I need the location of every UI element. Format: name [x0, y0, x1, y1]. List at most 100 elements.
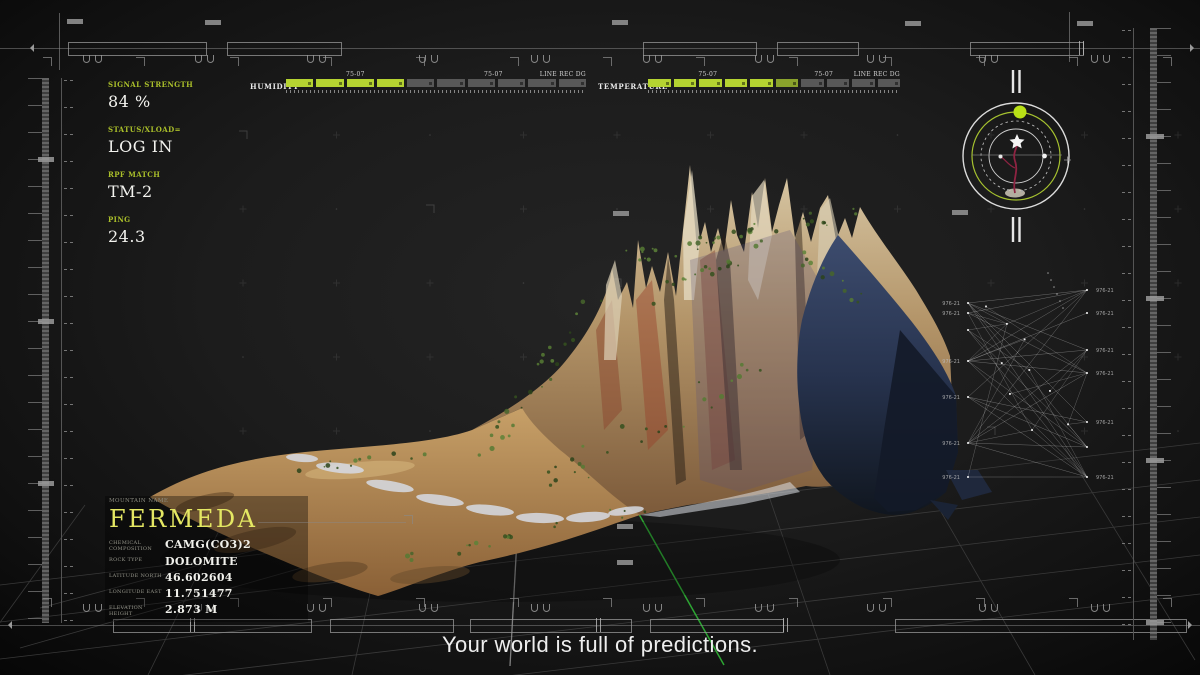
ruler-tick — [1157, 244, 1171, 245]
u-mark-icon — [867, 604, 874, 612]
ruler-tick — [1157, 595, 1171, 596]
ruler-pair-tick — [64, 134, 67, 135]
ruler-pair-tick — [1122, 165, 1125, 166]
flower-icon — [999, 134, 1026, 198]
ruler-arrow-icon — [26, 44, 34, 52]
ruler-pair-tick — [1128, 30, 1131, 31]
compass-marker-dot — [1042, 154, 1047, 159]
mesh-node-label: 976-21 — [942, 359, 960, 365]
meter-segment — [725, 79, 748, 87]
meter-segment — [648, 79, 671, 87]
ruler-tick — [28, 402, 42, 403]
ruler-pair-tick — [1128, 246, 1131, 247]
ruler-pair-tick — [1128, 597, 1131, 598]
meter-segment — [316, 79, 343, 87]
meter-segment — [347, 79, 374, 87]
ruler-box — [777, 42, 859, 56]
ruler-pair-tick — [1122, 516, 1125, 517]
meter-ruler — [286, 90, 586, 93]
compass-widget — [952, 60, 1082, 255]
ruler-pair-tick — [64, 80, 67, 81]
mountain-name: FERMEDA — [109, 505, 304, 533]
corner-bracket-icon — [696, 57, 705, 66]
ruler-wide-tick — [1146, 134, 1164, 139]
corner-bracket-icon — [1163, 598, 1172, 607]
mesh-node-label: 976-21 — [942, 395, 960, 401]
ruler-pair-tick — [64, 620, 67, 621]
ruler-pair-tick — [64, 485, 67, 486]
ruler-pair-tick — [70, 323, 73, 324]
ruler-tick — [1157, 82, 1171, 83]
telemetry-value: 24.3 — [108, 227, 193, 246]
meter-segment — [407, 79, 434, 87]
u-mark-icon — [979, 604, 986, 612]
mesh-node-label: 976-21 — [1096, 420, 1114, 426]
ruler-bar — [1150, 28, 1157, 640]
u-mark-icon — [307, 55, 314, 63]
ruler-pair-tick — [70, 566, 73, 567]
meter-tick-labels: 75-07 75-07 LINE REC DG — [648, 71, 900, 79]
ruler-tick — [28, 510, 42, 511]
ruler-double-tick — [1079, 41, 1080, 55]
u-mark-icon — [879, 604, 886, 612]
corner-bracket-icon — [43, 598, 52, 607]
ruler-line — [1133, 28, 1134, 640]
info-row-value: 11.751477 — [165, 587, 233, 600]
corner-bracket-icon — [789, 57, 798, 66]
info-row-value: 2.873 M — [165, 603, 218, 616]
ruler-tick — [1157, 163, 1171, 164]
meter-tick-labels: 75-07 75-07 LINE REC DG — [286, 71, 586, 79]
info-row-label: LATITUDE NORTH — [109, 571, 165, 579]
meter-segments — [286, 79, 586, 87]
ruler-double-tick — [1083, 41, 1084, 55]
ruler-pair-tick — [1122, 138, 1125, 139]
ruler-tick — [1157, 406, 1171, 407]
meter-segment — [468, 79, 495, 87]
ruler-pair-tick — [70, 80, 73, 81]
ruler-tick — [1157, 379, 1171, 380]
flag-marker — [205, 20, 221, 25]
ruler-pair-tick — [1122, 219, 1125, 220]
u-mark-icon — [755, 55, 762, 63]
ruler-pair-tick — [1128, 516, 1131, 517]
ruler-pair-tick — [64, 431, 67, 432]
ruler-vertical-line — [1069, 12, 1070, 62]
ruler-pair-tick — [1128, 165, 1131, 166]
u-mark-icon — [755, 604, 762, 612]
mesh-graph: 976-21976-21976-21976-21976-21976-21976-… — [930, 265, 1130, 495]
ruler-pair-tick — [70, 593, 73, 594]
meter-segment — [528, 79, 555, 87]
ruler-arrow-icon — [4, 621, 12, 629]
ruler-pair-tick — [70, 377, 73, 378]
u-mark-icon — [319, 55, 326, 63]
ruler-wide-tick — [38, 157, 54, 162]
ruler-line — [61, 78, 62, 623]
corner-bracket-icon — [1163, 57, 1172, 66]
info-row: LATITUDE NORTH 46.602604 — [109, 571, 304, 584]
ruler-pair-tick — [1128, 570, 1131, 571]
ruler-pair-tick — [1122, 84, 1125, 85]
meter-segment — [377, 79, 404, 87]
corner-bracket-icon — [136, 57, 145, 66]
u-mark-icon — [1091, 604, 1098, 612]
ruler-wide-tick — [1146, 296, 1164, 301]
u-mark-icon — [195, 55, 202, 63]
meter-tick-label: 75-07 — [698, 71, 717, 78]
ruler-box — [650, 619, 784, 633]
ruler-pair-tick — [64, 296, 67, 297]
ruler-double-tick — [600, 618, 601, 632]
meter-segment — [699, 79, 722, 87]
ruler-tick — [1157, 433, 1171, 434]
u-mark-icon — [95, 604, 102, 612]
ruler-pair-tick — [1122, 192, 1125, 193]
ruler-box — [330, 619, 454, 633]
ruler-pair-tick — [70, 458, 73, 459]
info-name-label: MOUNTAIN NAME — [109, 498, 304, 504]
ruler-tick — [1157, 109, 1171, 110]
ruler-pair-tick — [1122, 570, 1125, 571]
u-mark-icon — [991, 604, 998, 612]
u-mark-icon — [1103, 55, 1110, 63]
u-mark-icon — [543, 604, 550, 612]
ruler-pair-tick — [64, 350, 67, 351]
meter-segment — [827, 79, 850, 87]
